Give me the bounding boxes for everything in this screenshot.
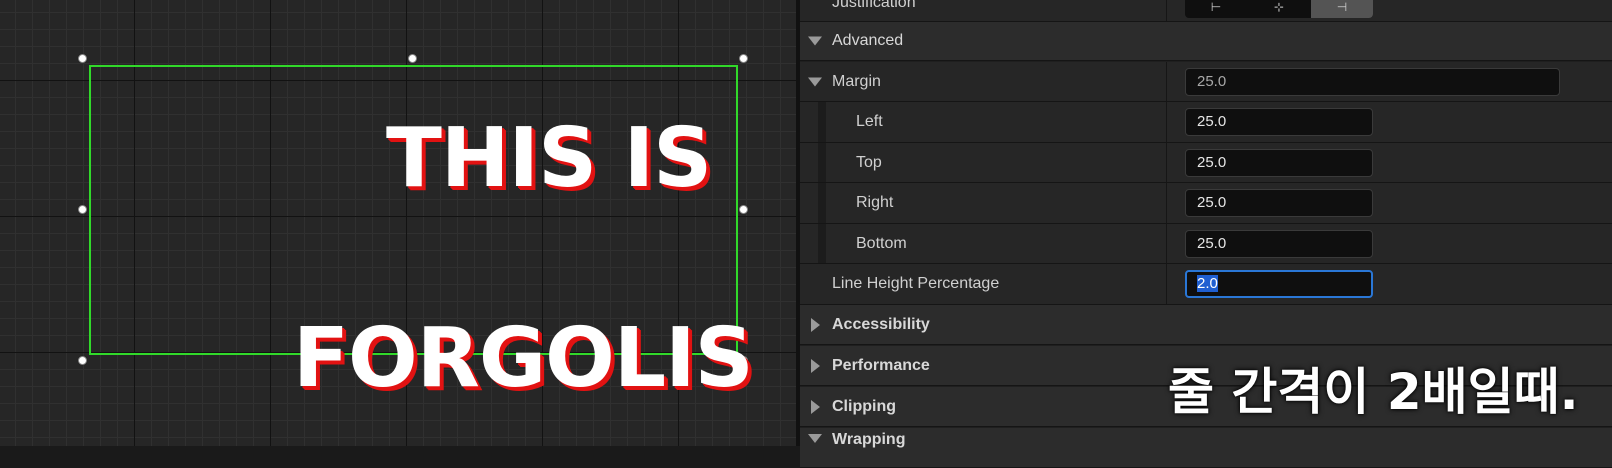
line-height-field[interactable]: 2.0 — [1185, 270, 1373, 298]
expand-arrow-icon[interactable] — [808, 36, 822, 46]
line-height-row: Line Height Percentage 2.0 — [800, 264, 1612, 305]
margin-right-label: Right — [856, 194, 894, 211]
margin-field[interactable]: 25.0 — [1185, 67, 1560, 96]
resize-handle-right[interactable] — [739, 205, 748, 214]
resize-handle-left[interactable] — [78, 205, 87, 214]
left-align-icon[interactable]: ⊢ — [1185, 0, 1247, 18]
justification-label: Justification — [832, 0, 916, 11]
collapse-arrow-icon[interactable] — [811, 317, 820, 332]
performance-label: Performance — [832, 356, 930, 374]
column-divider — [1166, 143, 1167, 182]
accessibility-label: Accessibility — [832, 315, 930, 333]
expand-arrow-icon[interactable] — [808, 434, 822, 443]
designer-viewport[interactable]: THIS IS FORGOLIS — [0, 0, 796, 446]
accessibility-category[interactable]: Accessibility — [800, 305, 1612, 345]
indent-bar — [818, 224, 826, 263]
collapse-arrow-icon[interactable] — [811, 399, 820, 414]
margin-row: Margin 25.0 — [800, 62, 1612, 102]
advanced-label: Advanced — [832, 32, 904, 49]
margin-bottom-field[interactable]: 25.0 — [1185, 229, 1373, 258]
indent-bar — [818, 183, 826, 223]
line-height-label: Line Height Percentage — [832, 275, 1000, 292]
right-align-icon[interactable]: ⊣ — [1311, 0, 1373, 18]
column-divider — [1166, 264, 1167, 304]
margin-left-label: Left — [856, 113, 883, 130]
margin-bottom-label: Bottom — [856, 234, 907, 252]
margin-expand-arrow-icon[interactable] — [808, 77, 822, 86]
text-widget-line-2: FORGOLIS — [293, 311, 754, 406]
resize-handle-top-right[interactable] — [739, 54, 748, 63]
line-height-selected-text[interactable]: 2.0 — [1197, 275, 1218, 292]
column-divider — [1166, 102, 1167, 142]
margin-left-row: Left 25.0 — [800, 102, 1612, 143]
column-divider — [1166, 224, 1167, 263]
margin-right-row: Right 25.0 — [800, 183, 1612, 224]
column-divider — [1166, 62, 1167, 101]
indent-bar — [818, 143, 826, 182]
margin-top-label: Top — [856, 153, 882, 171]
resize-handle-top[interactable] — [408, 54, 417, 63]
margin-left-field[interactable]: 25.0 — [1185, 108, 1373, 136]
margin-top-row: Top 25.0 — [800, 143, 1612, 183]
justification-row: Justification ⊢ ⊹ ⊣ — [800, 0, 1612, 22]
wrapping-category[interactable]: Wrapping — [800, 428, 1612, 468]
text-widget-line-1: THIS IS — [386, 111, 712, 206]
overlay-caption: 줄 간격이 2배일때. — [1168, 363, 1579, 421]
clipping-label: Clipping — [832, 397, 896, 415]
column-divider — [1166, 0, 1167, 21]
resize-handle-bottom-left[interactable] — [78, 356, 87, 365]
wrapping-label: Wrapping — [832, 431, 906, 448]
margin-right-field[interactable]: 25.0 — [1185, 189, 1373, 217]
justification-buttons: ⊢ ⊹ ⊣ — [1185, 0, 1373, 18]
margin-label: Margin — [832, 72, 881, 90]
margin-top-field[interactable]: 25.0 — [1185, 148, 1373, 177]
center-align-icon[interactable]: ⊹ — [1248, 0, 1310, 18]
collapse-arrow-icon[interactable] — [811, 358, 820, 373]
advanced-category[interactable]: Advanced — [800, 22, 1612, 61]
indent-bar — [818, 102, 826, 142]
column-divider — [1166, 183, 1167, 223]
resize-handle-top-left[interactable] — [78, 54, 87, 63]
margin-bottom-row: Bottom 25.0 — [800, 224, 1612, 264]
